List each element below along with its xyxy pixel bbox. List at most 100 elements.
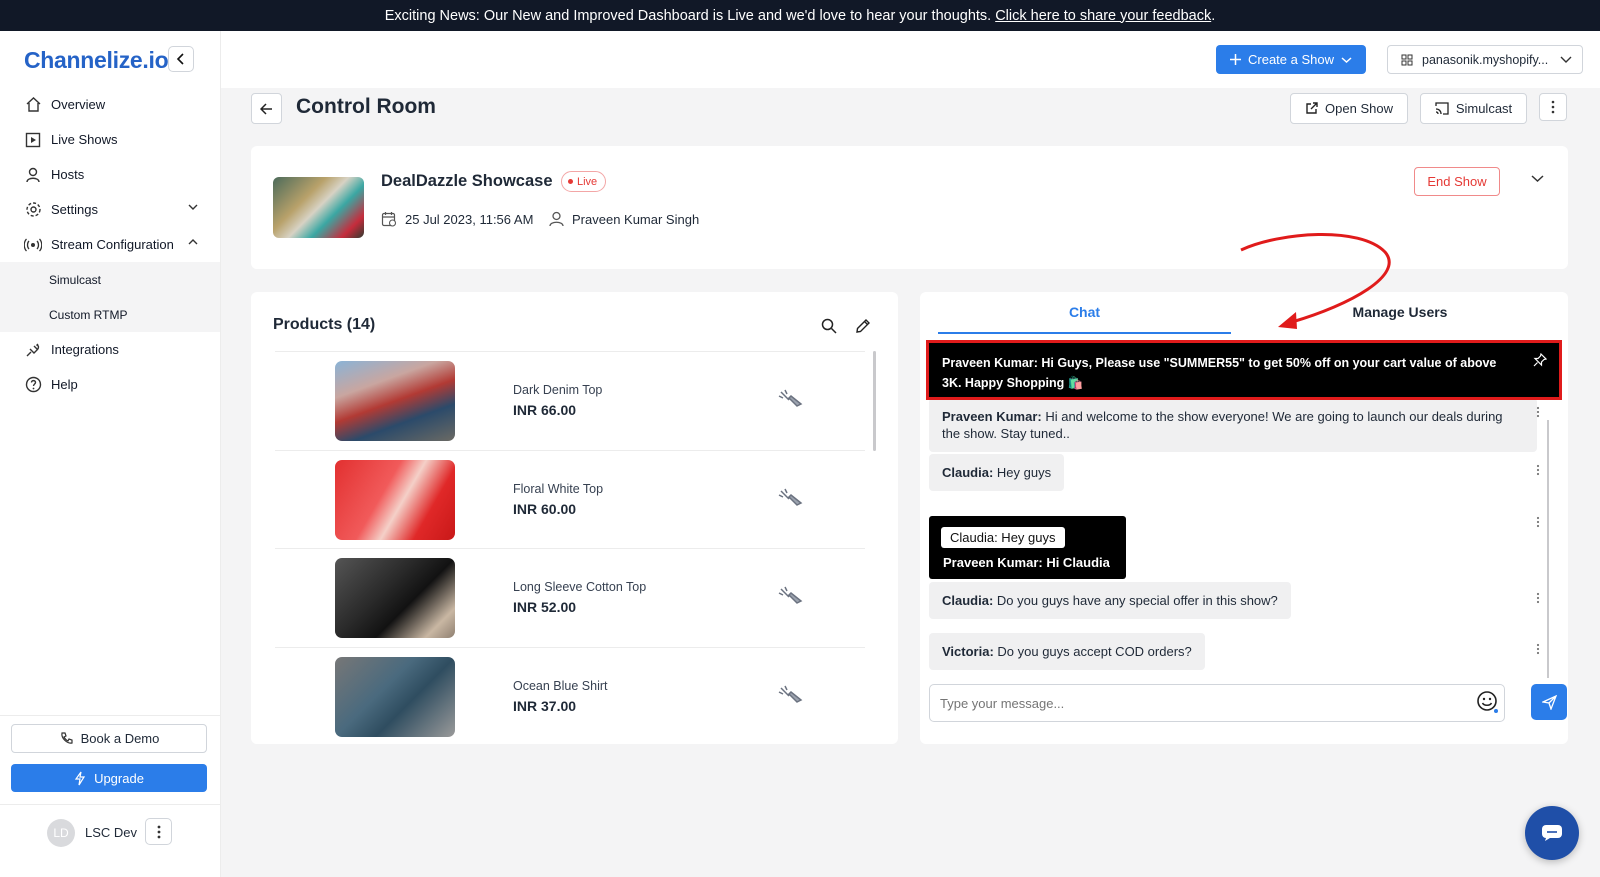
page-title: Control Room [296,95,436,118]
sidebar-subitem-custom-rtmp[interactable]: Custom RTMP [0,297,220,332]
back-button[interactable] [251,93,282,124]
product-row[interactable]: Ocean Blue Shirt INR 37.00 [275,646,865,744]
sidebar-footer: Book a Demo Upgrade LD LSC Dev [0,715,220,847]
sidebar-item-label: Settings [51,202,98,217]
sidebar-item-help[interactable]: Help [0,367,220,402]
more-vertical-icon[interactable] [1536,643,1540,655]
end-show-button[interactable]: End Show [1414,167,1500,196]
product-image [335,656,455,737]
external-link-icon [1306,102,1318,114]
more-vertical-icon[interactable] [1536,406,1540,418]
product-list-scrollbar[interactable] [873,351,876,451]
sidebar-item-overview[interactable]: Overview [0,87,220,122]
sidebar-item-integrations[interactable]: Integrations [0,332,220,367]
product-price: INR 60.00 [513,500,577,517]
spotlight-icon[interactable] [777,585,803,607]
users-icon [24,166,42,184]
chevron-up-icon [188,239,198,245]
plus-icon [1230,54,1241,65]
cast-icon [1435,102,1449,115]
store-icon [1401,54,1413,65]
pinned-message: Praveen Kumar: Hi Guys, Please use "SUMM… [926,340,1562,400]
logo[interactable]: Channelize.io [24,47,169,74]
chevron-down-icon[interactable] [1531,174,1544,183]
show-host: Praveen Kumar Singh [549,211,699,227]
spotlight-icon[interactable] [777,684,803,706]
open-show-button[interactable]: Open Show [1290,93,1408,124]
feedback-link[interactable]: Click here to share your feedback [995,8,1211,24]
product-price: INR 66.00 [513,402,577,418]
product-row[interactable]: Floral White Top INR 60.00 [275,449,865,549]
sidebar: Channelize.io Overview Live Shows Hosts … [0,31,221,877]
product-row[interactable]: Long Sleeve Cotton Top INR 52.00 [275,548,865,647]
show-name: DealDazzle Showcase [381,172,553,190]
home-icon [24,96,42,114]
status-text: Live [577,175,598,188]
chevron-left-icon [176,53,184,65]
chat-message-input[interactable] [929,684,1505,722]
show-host-text: Praveen Kumar Singh [572,211,700,227]
show-date-text: 25 Jul 2023, 11:56 AM [405,211,534,227]
pinned-author: Praveen Kumar: [942,356,1038,370]
announcement-text: Exciting News: Our New and Improved Dash… [384,7,992,24]
gear-icon [24,201,42,219]
chevron-down-icon [188,204,198,210]
product-name: Ocean Blue Shirt [513,678,608,693]
more-vertical-icon [157,825,160,838]
reply-text: Praveen Kumar: Hi Claudia [943,555,1110,570]
product-row[interactable]: Dark Denim Top INR 66.00 [275,351,865,450]
message-author: Victoria: [942,644,994,659]
avatar[interactable]: LD [47,819,75,847]
edit-icon[interactable] [855,318,871,334]
create-show-button[interactable]: Create a Show [1216,45,1366,74]
sidebar-item-live-shows[interactable]: Live Shows [0,122,220,157]
simulcast-label: Simulcast [1455,101,1513,116]
sidebar-item-stream-configuration[interactable]: Stream Configuration [0,227,220,262]
chat-message: Praveen Kumar: Hi and welcome to the sho… [929,398,1537,452]
chat-scrollbar[interactable] [1547,420,1549,678]
store-selector[interactable]: panasonik.myshopify... [1387,45,1583,74]
product-name: Floral White Top [513,481,604,496]
more-vertical-icon[interactable] [1536,464,1540,476]
user-menu-button[interactable] [145,818,172,845]
spotlight-icon[interactable] [777,487,803,509]
send-button[interactable] [1531,684,1567,720]
play-square-icon [24,131,42,149]
more-vertical-icon[interactable] [1536,592,1540,604]
products-title: Products (14) [273,316,376,333]
tab-chat[interactable]: Chat [938,304,1231,334]
send-icon [1541,694,1557,710]
book-demo-button[interactable]: Book a Demo [11,724,207,753]
more-options-button[interactable] [1539,93,1567,121]
spotlight-icon[interactable] [777,388,803,410]
message-author: Praveen Kumar: [942,409,1042,424]
top-header: Create a Show panasonik.myshopify... [221,31,1600,88]
product-name: Long Sleeve Cotton Top [513,580,647,594]
emoji-icon[interactable] [1476,690,1500,714]
product-name: Dark Denim Top [513,383,603,397]
search-icon[interactable] [821,318,837,334]
sidebar-item-label: Help [51,377,78,392]
broadcast-icon [24,236,42,254]
store-name: panasonik.myshopify... [1422,52,1549,67]
message-author: Claudia: [942,593,994,608]
sidebar-subitem-simulcast[interactable]: Simulcast [0,262,220,297]
help-icon [24,376,42,394]
more-vertical-icon[interactable] [1536,516,1540,528]
product-list: Dark Denim Top INR 66.00 Floral White To… [275,351,865,743]
show-thumbnail [273,177,364,238]
upgrade-label: Upgrade [94,770,144,786]
sidebar-item-hosts[interactable]: Hosts [0,157,220,192]
simulcast-button[interactable]: Simulcast [1420,93,1527,124]
chat-panel: Chat Manage Users Praveen Kumar: Hi and … [920,292,1568,744]
message-text: Do you guys have any special offer in th… [993,593,1278,608]
collapse-sidebar-button[interactable] [168,46,194,72]
open-show-label: Open Show [1325,101,1393,116]
product-price: INR 52.00 [513,599,577,615]
upgrade-button[interactable]: Upgrade [11,764,207,792]
sidebar-item-settings[interactable]: Settings [0,192,220,227]
annotation-arrow [1240,232,1391,329]
pin-icon[interactable] [1533,353,1547,367]
sidebar-item-label: Stream Configuration [51,237,174,252]
support-chat-button[interactable] [1525,806,1579,860]
